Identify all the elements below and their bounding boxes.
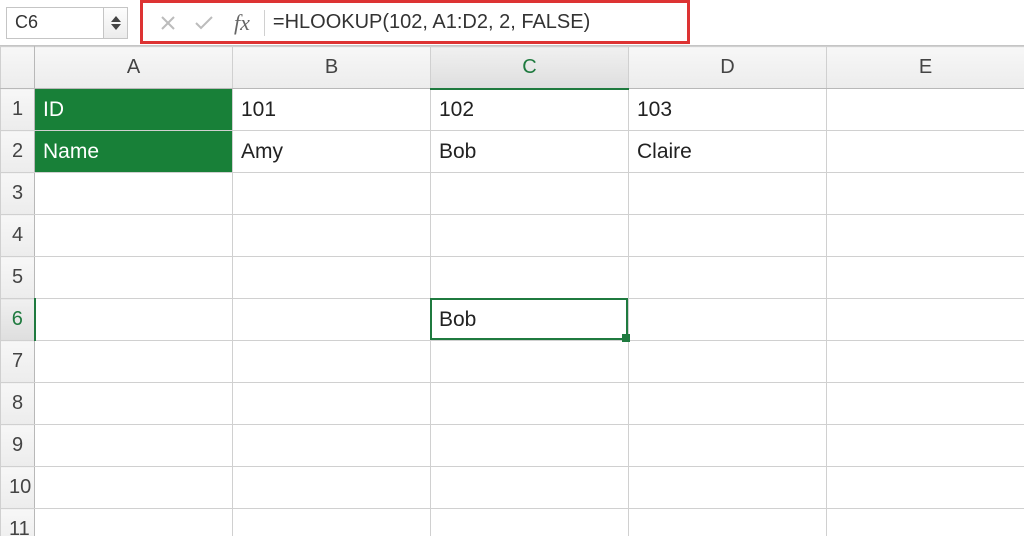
close-icon bbox=[160, 15, 176, 31]
cell-B5[interactable] bbox=[233, 257, 431, 299]
cell-D8[interactable] bbox=[629, 383, 827, 425]
cell-C7[interactable] bbox=[431, 341, 629, 383]
row-header-3[interactable]: 3 bbox=[1, 173, 35, 215]
formula-bar: C6 fx bbox=[0, 0, 1024, 46]
formula-input[interactable] bbox=[273, 7, 1018, 39]
row-header-10[interactable]: 10 bbox=[1, 467, 35, 509]
cell-A7[interactable] bbox=[35, 341, 233, 383]
row-header-8[interactable]: 8 bbox=[1, 383, 35, 425]
select-all-corner[interactable] bbox=[1, 47, 35, 89]
row-header-4[interactable]: 4 bbox=[1, 215, 35, 257]
cell-B3[interactable] bbox=[233, 173, 431, 215]
row-header-9[interactable]: 9 bbox=[1, 425, 35, 467]
cell-D4[interactable] bbox=[629, 215, 827, 257]
column-header-A[interactable]: A bbox=[35, 47, 233, 89]
cell-A3[interactable] bbox=[35, 173, 233, 215]
cell-D1[interactable]: 103 bbox=[629, 89, 827, 131]
cell-D6[interactable] bbox=[629, 299, 827, 341]
cell-B4[interactable] bbox=[233, 215, 431, 257]
cell-A10[interactable] bbox=[35, 467, 233, 509]
confirm-button[interactable] bbox=[186, 7, 222, 39]
cell-E9[interactable] bbox=[827, 425, 1024, 467]
cell-C2[interactable]: Bob bbox=[431, 131, 629, 173]
cell-D9[interactable] bbox=[629, 425, 827, 467]
cell-E8[interactable] bbox=[827, 383, 1024, 425]
name-box-stepper[interactable] bbox=[104, 7, 128, 39]
cell-C10[interactable] bbox=[431, 467, 629, 509]
cell-A8[interactable] bbox=[35, 383, 233, 425]
cell-C5[interactable] bbox=[431, 257, 629, 299]
cell-B1[interactable]: 101 bbox=[233, 89, 431, 131]
row-header-5[interactable]: 5 bbox=[1, 257, 35, 299]
cell-B7[interactable] bbox=[233, 341, 431, 383]
chevron-up-icon bbox=[111, 16, 121, 22]
cell-C9[interactable] bbox=[431, 425, 629, 467]
column-header-E[interactable]: E bbox=[827, 47, 1024, 89]
cell-C8[interactable] bbox=[431, 383, 629, 425]
cell-C6[interactable]: Bob bbox=[431, 299, 629, 341]
cell-E4[interactable] bbox=[827, 215, 1024, 257]
cell-B2[interactable]: Amy bbox=[233, 131, 431, 173]
cell-E2[interactable] bbox=[827, 131, 1024, 173]
cell-A11[interactable] bbox=[35, 509, 233, 536]
cell-B9[interactable] bbox=[233, 425, 431, 467]
column-header-B[interactable]: B bbox=[233, 47, 431, 89]
cell-C4[interactable] bbox=[431, 215, 629, 257]
cell-B6[interactable] bbox=[233, 299, 431, 341]
fx-label[interactable]: fx bbox=[232, 10, 256, 36]
cell-E7[interactable] bbox=[827, 341, 1024, 383]
cancel-button[interactable] bbox=[150, 7, 186, 39]
cell-E10[interactable] bbox=[827, 467, 1024, 509]
cell-E6[interactable] bbox=[827, 299, 1024, 341]
cell-B11[interactable] bbox=[233, 509, 431, 536]
chevron-down-icon bbox=[111, 24, 121, 30]
column-header-D[interactable]: D bbox=[629, 47, 827, 89]
cell-D11[interactable] bbox=[629, 509, 827, 536]
name-box[interactable]: C6 bbox=[6, 7, 104, 39]
cell-D3[interactable] bbox=[629, 173, 827, 215]
cell-E3[interactable] bbox=[827, 173, 1024, 215]
cell-C3[interactable] bbox=[431, 173, 629, 215]
cell-D5[interactable] bbox=[629, 257, 827, 299]
cell-D7[interactable] bbox=[629, 341, 827, 383]
cell-E1[interactable] bbox=[827, 89, 1024, 131]
cell-A6[interactable] bbox=[35, 299, 233, 341]
cell-E5[interactable] bbox=[827, 257, 1024, 299]
row-header-7[interactable]: 7 bbox=[1, 341, 35, 383]
check-icon bbox=[194, 15, 214, 31]
cell-B8[interactable] bbox=[233, 383, 431, 425]
column-header-C[interactable]: C bbox=[431, 47, 629, 89]
cell-A5[interactable] bbox=[35, 257, 233, 299]
cell-C1[interactable]: 102 bbox=[431, 89, 629, 131]
name-box-value: C6 bbox=[15, 12, 38, 33]
row-header-2[interactable]: 2 bbox=[1, 131, 35, 173]
cell-D10[interactable] bbox=[629, 467, 827, 509]
spreadsheet-grid[interactable]: ABCDE 1ID1011021032NameAmyBobClaire3456B… bbox=[0, 46, 1024, 536]
row-header-1[interactable]: 1 bbox=[1, 89, 35, 131]
cell-D2[interactable]: Claire bbox=[629, 131, 827, 173]
row-header-6[interactable]: 6 bbox=[1, 299, 35, 341]
cell-A9[interactable] bbox=[35, 425, 233, 467]
cell-A1[interactable]: ID bbox=[35, 89, 233, 131]
divider bbox=[264, 10, 265, 36]
cell-C11[interactable] bbox=[431, 509, 629, 536]
cell-A4[interactable] bbox=[35, 215, 233, 257]
cell-E11[interactable] bbox=[827, 509, 1024, 536]
cell-A2[interactable]: Name bbox=[35, 131, 233, 173]
row-header-11[interactable]: 11 bbox=[1, 509, 35, 536]
cell-B10[interactable] bbox=[233, 467, 431, 509]
